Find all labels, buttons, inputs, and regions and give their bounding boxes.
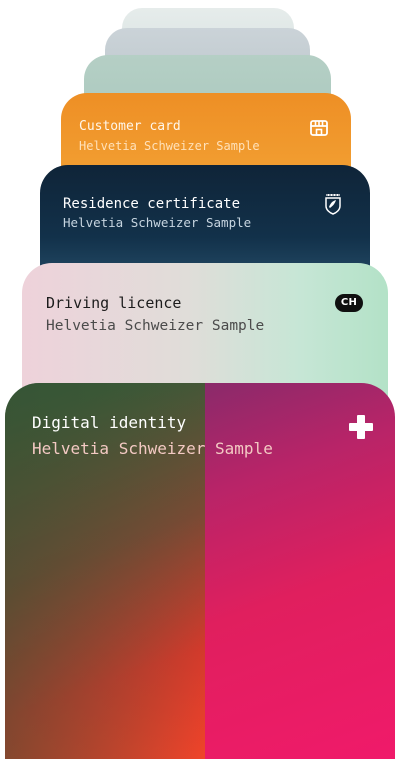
card-holder-name: Helvetia Schweizer Sample [46, 318, 265, 334]
digital-identity-card[interactable]: Digital identity Helvetia Schweizer Samp… [5, 383, 395, 759]
card-title: Driving licence [46, 294, 182, 312]
card-title: Customer card [79, 119, 181, 134]
shop-icon [310, 120, 328, 136]
card-title: Residence certificate [63, 196, 241, 212]
card-holder-name: Helvetia Schweizer Sample [32, 439, 273, 458]
country-badge: CH [335, 294, 363, 312]
wallet-card-stack: Customer card Helvetia Schweizer Sample … [0, 0, 395, 759]
card-holder-name: Helvetia Schweizer Sample [63, 215, 252, 230]
card-title: Digital identity [32, 413, 187, 432]
swiss-cross-icon [348, 414, 374, 440]
coat-of-arms-icon [325, 194, 341, 215]
card-holder-name: Helvetia Schweizer Sample [79, 139, 260, 153]
